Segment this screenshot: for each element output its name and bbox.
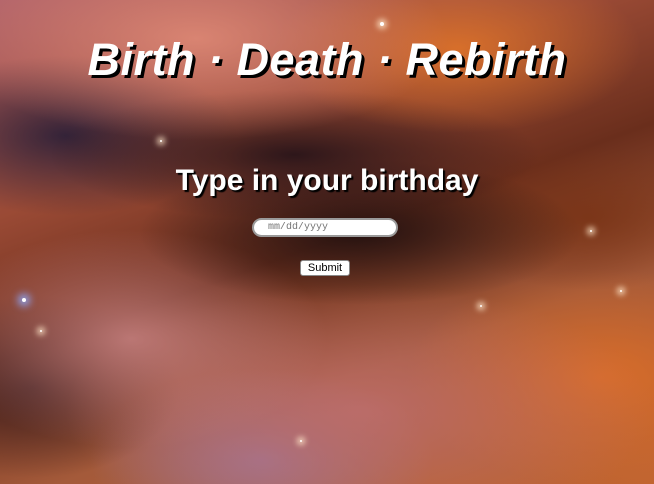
star-decoration [22, 298, 26, 302]
star-decoration [300, 440, 302, 442]
submit-button[interactable]: Submit [300, 260, 350, 276]
star-decoration [380, 22, 384, 26]
star-decoration [40, 330, 42, 332]
birthday-date-input[interactable] [252, 218, 398, 237]
birthday-prompt: Type in your birthday [175, 164, 479, 197]
star-decoration [480, 305, 482, 307]
page: { "title": "Birth · Death · Rebirth", "p… [0, 0, 654, 484]
star-decoration [590, 230, 592, 232]
star-decoration [160, 140, 162, 142]
page-title: Birth · Death · Rebirth [87, 34, 567, 85]
star-decoration [620, 290, 622, 292]
